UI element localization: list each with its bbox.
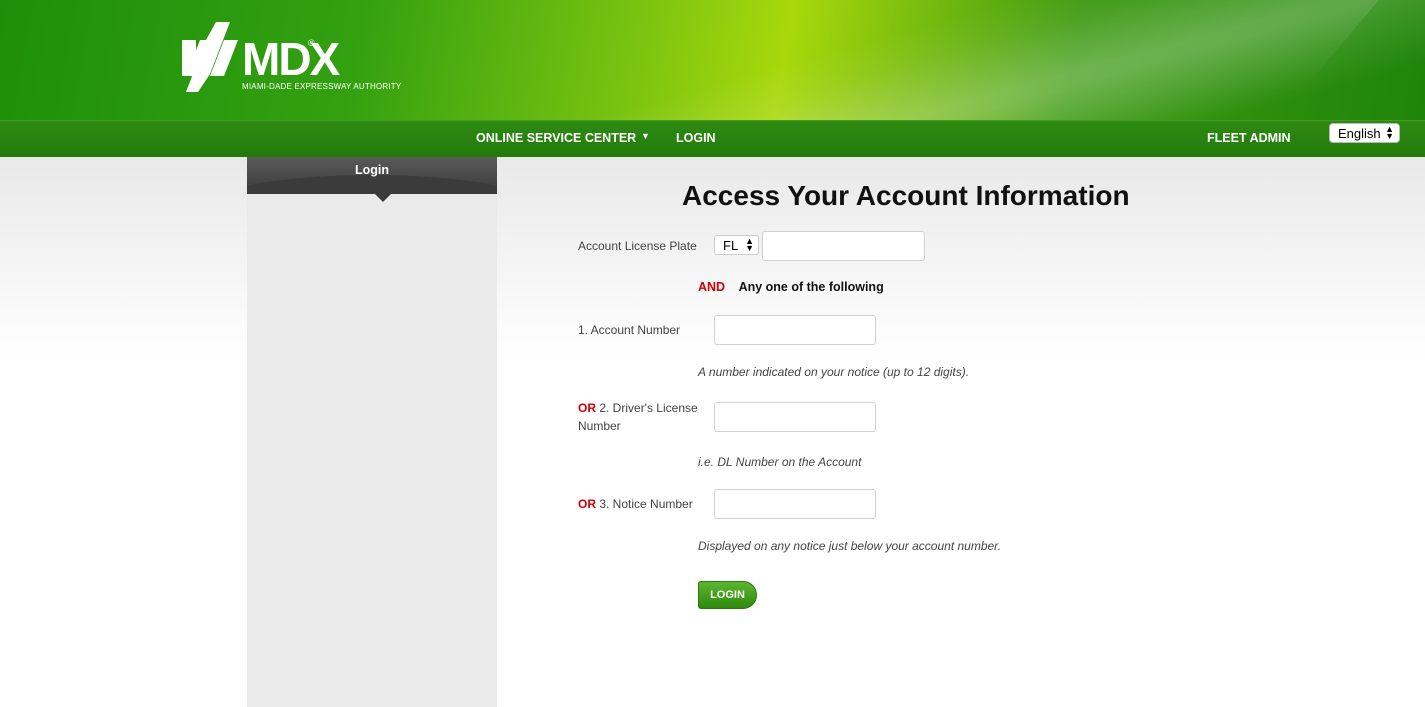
license-plate-label: Account License Plate: [578, 239, 697, 253]
notice-number-label: OR 3. Notice Number: [578, 495, 693, 513]
sidebar-header: Login: [247, 157, 497, 194]
caret-down-icon[interactable]: ▼: [641, 131, 650, 141]
and-text: AND: [698, 280, 726, 294]
drivers-license-hint: i.e. DL Number on the Account: [698, 455, 862, 469]
login-button[interactable]: LOGIN: [698, 581, 757, 609]
license-plate-input[interactable]: [762, 231, 925, 261]
main-nav: ONLINE SERVICE CENTER ▼ LOGIN FLEET ADMI…: [0, 120, 1425, 157]
and-instruction: AND Any one of the following: [698, 280, 884, 294]
page-title: Access Your Account Information: [682, 180, 1130, 211]
drivers-license-label-text: 2. Driver's License Number: [578, 401, 698, 433]
notice-number-input[interactable]: [714, 489, 876, 519]
account-number-input[interactable]: [714, 315, 876, 345]
account-number-label: 1. Account Number: [578, 323, 681, 337]
or-text: OR: [578, 401, 596, 415]
state-value: FL: [723, 238, 739, 253]
nav-login[interactable]: LOGIN: [676, 131, 716, 145]
registered-mark: ®: [308, 38, 315, 48]
language-select[interactable]: English ▲ ▼: [1329, 123, 1400, 143]
account-number-hint: A number indicated on your notice (up to…: [698, 365, 970, 379]
mdx-logo[interactable]: MDX ® MIAMI-DADE EXPRESSWAY AUTHORITY: [180, 22, 420, 94]
or-text: OR: [578, 497, 596, 511]
header-banner: MDX ® MIAMI-DADE EXPRESSWAY AUTHORITY: [0, 0, 1425, 120]
language-value: English: [1338, 126, 1381, 141]
logo-subtitle: MIAMI-DADE EXPRESSWAY AUTHORITY: [242, 82, 402, 91]
up-down-arrows-icon: ▲ ▼: [1385, 124, 1394, 141]
nav-fleet-admin[interactable]: FLEET ADMIN: [1207, 131, 1291, 145]
logo-wordmark: MDX: [242, 33, 340, 85]
sidebar: Login: [247, 157, 497, 707]
notice-number-hint: Displayed on any notice just below your …: [698, 539, 1002, 553]
nav-online-service-center[interactable]: ONLINE SERVICE CENTER: [476, 131, 636, 145]
sidebar-pointer-icon: [375, 194, 391, 202]
sidebar-title[interactable]: Login: [247, 163, 497, 177]
state-select[interactable]: FL ▲ ▼: [714, 235, 759, 255]
drivers-license-input[interactable]: [714, 402, 876, 432]
logo-mark-icon: [182, 22, 238, 92]
any-one-text: Any one of the following: [738, 280, 884, 294]
drivers-license-label: OR 2. Driver's License Number: [578, 399, 708, 435]
up-down-arrows-icon: ▲ ▼: [745, 236, 754, 253]
notice-number-label-text: 3. Notice Number: [599, 497, 693, 511]
